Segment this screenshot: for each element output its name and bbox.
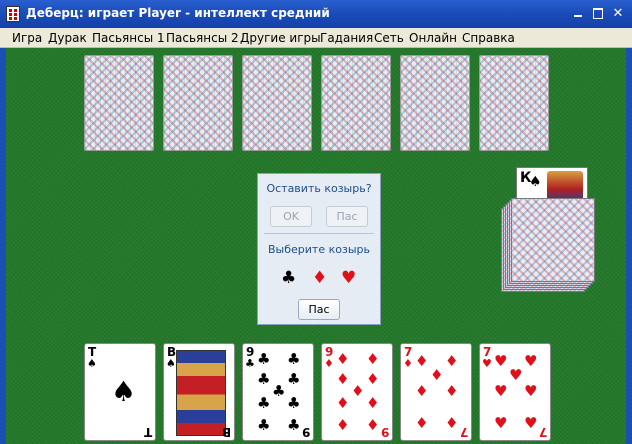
heart-icon: ♥ <box>494 352 508 370</box>
card-suit: ♥ <box>482 357 492 370</box>
diamond-icon: ♦ <box>336 370 350 388</box>
opponent-card <box>400 55 470 151</box>
card-suit: ♠ <box>87 357 97 370</box>
menu-bar: Игра Дурак Пасьянсы 1 Пасьянсы 2 Другие … <box>0 28 632 48</box>
club-icon: ♣ <box>257 350 271 368</box>
player-card[interactable]: 7 ♥ ♥ ♥ ♥ ♥ ♥ ♥ ♥ 7 <box>479 343 551 441</box>
ok-button[interactable]: OK <box>270 206 312 227</box>
choose-diamonds-icon[interactable]: ♦ <box>312 268 327 288</box>
diamond-icon: ♦ <box>336 350 350 368</box>
club-icon: ♣ <box>257 394 271 412</box>
player-card[interactable]: Т ♠ ♠ Т <box>84 343 156 441</box>
card-rank-bottom: 9 <box>380 425 389 439</box>
trump-dialog: Оставить козырь? OK Пас Выберите козырь … <box>257 173 381 325</box>
menu-solitaire-1[interactable]: Пасьянсы 1 <box>92 31 165 45</box>
card-rank-bottom: 7 <box>459 425 468 439</box>
heart-icon: ♥ <box>494 382 508 400</box>
club-icon: ♣ <box>287 416 301 434</box>
opponent-card <box>163 55 233 151</box>
diamond-icon: ♦ <box>336 416 350 434</box>
diamond-icon: ♦ <box>366 370 380 388</box>
choose-clubs-icon[interactable]: ♣ <box>281 268 296 288</box>
menu-solitaire-2[interactable]: Пасьянсы 2 <box>166 31 239 45</box>
heart-icon: ♥ <box>524 352 538 370</box>
diamond-icon: ♦ <box>430 366 444 384</box>
menu-fortune[interactable]: Гадания <box>320 31 373 45</box>
card-suit: ♣ <box>245 357 255 370</box>
trump-suit: ♠ <box>529 174 542 190</box>
window-title: Деберц: играет Player - интеллект средни… <box>26 6 330 20</box>
menu-game[interactable]: Игра <box>12 31 42 45</box>
player-card[interactable]: 9 ♣ ♣ ♣ ♣ ♣ ♣ ♣ ♣ ♣ ♣ 9 <box>242 343 314 441</box>
diamond-icon: ♦ <box>445 414 459 432</box>
diamond-icon: ♦ <box>415 352 429 370</box>
app-icon[interactable] <box>6 6 20 22</box>
menu-online[interactable]: Онлайн <box>409 31 457 45</box>
dialog-separator <box>264 233 374 234</box>
heart-icon: ♥ <box>509 366 523 384</box>
diamond-icon: ♦ <box>366 350 380 368</box>
club-icon: ♣ <box>272 382 286 400</box>
diamond-icon: ♦ <box>351 382 365 400</box>
menu-network[interactable]: Сеть <box>374 31 404 45</box>
choose-trump-label: Выберите козырь <box>268 243 370 256</box>
card-rank-bottom: В <box>221 425 231 439</box>
diamond-icon: ♦ <box>366 394 380 412</box>
club-icon: ♣ <box>257 416 271 434</box>
minimize-button[interactable] <box>570 6 586 20</box>
heart-icon: ♥ <box>494 414 508 432</box>
heart-icon: ♥ <box>524 414 538 432</box>
maximize-button[interactable] <box>590 6 606 20</box>
diamond-icon: ♦ <box>445 352 459 370</box>
opponent-card <box>84 55 154 151</box>
diamond-icon: ♦ <box>445 382 459 400</box>
keep-trump-question: Оставить козырь? <box>266 182 372 195</box>
diamond-icon: ♦ <box>336 394 350 412</box>
diamond-icon: ♦ <box>415 414 429 432</box>
pass-keep-button[interactable]: Пас <box>326 206 368 227</box>
card-suit: ♦ <box>324 357 334 370</box>
game-window: Деберц: играет Player - интеллект средни… <box>0 0 632 444</box>
choose-hearts-icon[interactable]: ♥ <box>341 268 356 288</box>
close-button[interactable]: ✕ <box>610 6 626 21</box>
diamond-icon: ♦ <box>415 382 429 400</box>
window-frame-right <box>626 48 632 444</box>
card-rank-bottom: 9 <box>301 425 310 439</box>
club-icon: ♣ <box>287 350 301 368</box>
card-rank-bottom: 7 <box>538 425 547 439</box>
heart-icon: ♥ <box>524 382 538 400</box>
player-card[interactable]: В ♠ В <box>163 343 235 441</box>
spade-icon: ♠ <box>111 375 137 408</box>
club-icon: ♣ <box>257 370 271 388</box>
menu-help[interactable]: Справка <box>462 31 515 45</box>
deck-card <box>511 198 595 282</box>
opponent-card <box>242 55 312 151</box>
card-suit: ♦ <box>403 357 413 370</box>
player-card[interactable]: 9 ♦ ♦ ♦ ♦ ♦ ♦ ♦ ♦ ♦ ♦ 9 <box>321 343 393 441</box>
pass-choose-button[interactable]: Пас <box>298 299 340 320</box>
opponent-card <box>321 55 391 151</box>
player-card[interactable]: 7 ♦ ♦ ♦ ♦ ♦ ♦ ♦ ♦ 7 <box>400 343 472 441</box>
club-icon: ♣ <box>287 370 301 388</box>
opponent-card <box>479 55 549 151</box>
menu-durak[interactable]: Дурак <box>48 31 87 45</box>
close-icon: ✕ <box>612 6 624 21</box>
jack-face-picture <box>176 350 226 436</box>
menu-other-games[interactable]: Другие игры <box>240 31 321 45</box>
diamond-icon: ♦ <box>366 416 380 434</box>
card-rank-bottom: Т <box>143 425 152 439</box>
card-suit: ♠ <box>166 357 176 370</box>
club-icon: ♣ <box>287 394 301 412</box>
title-bar[interactable]: Деберц: играет Player - интеллект средни… <box>0 0 632 28</box>
